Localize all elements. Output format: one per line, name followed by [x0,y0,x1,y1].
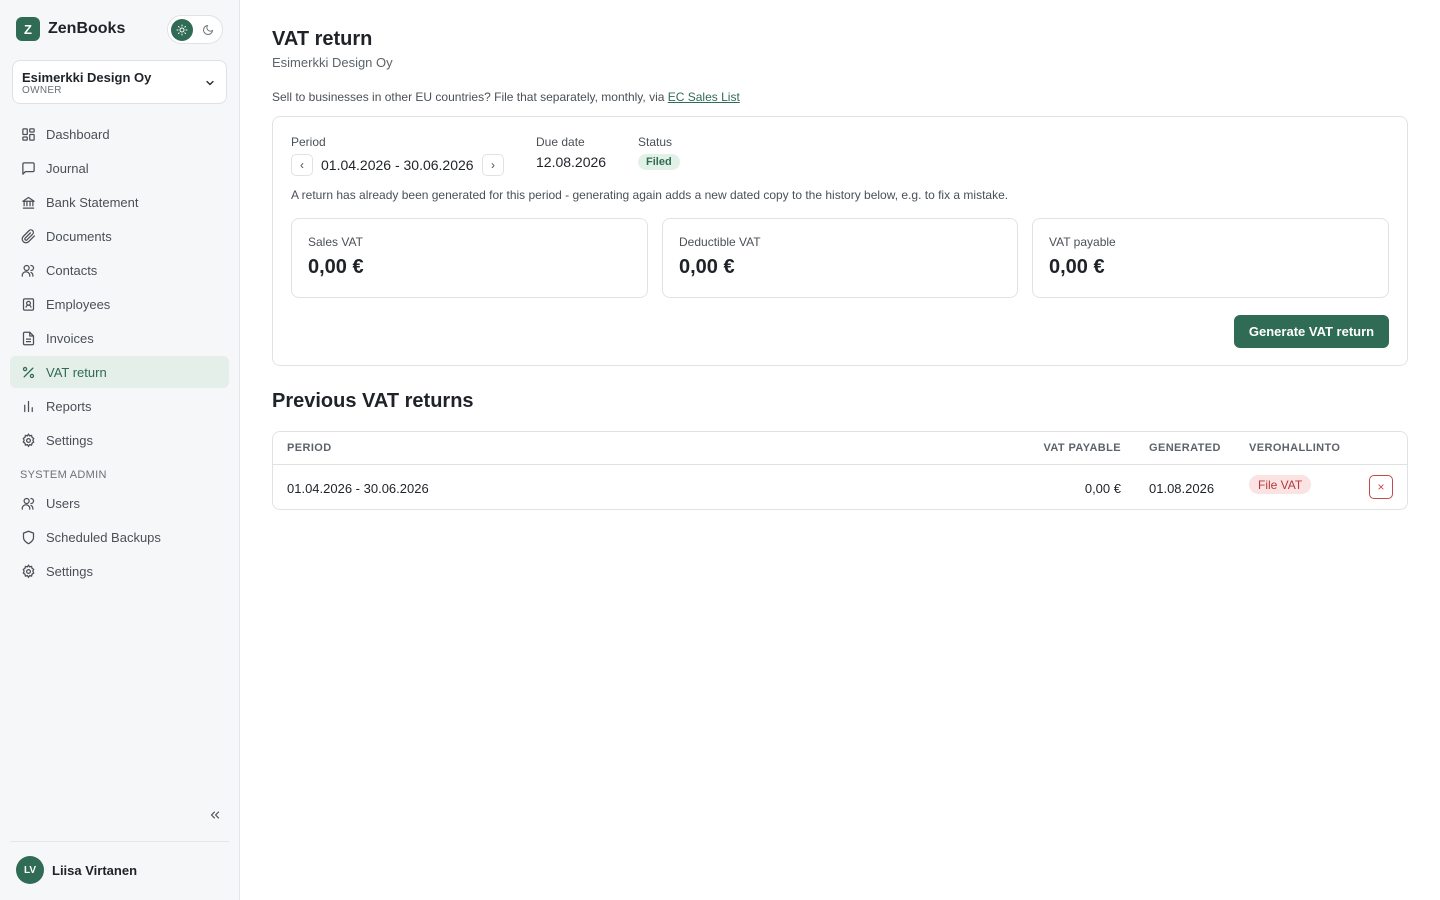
system-admin-heading: SYSTEM ADMIN [20,469,107,481]
theme-toggle[interactable] [167,15,223,44]
user-menu[interactable]: LV Liisa Virtanen [16,856,137,884]
users-icon [20,495,36,511]
sidebar-item-employees[interactable]: Employees [10,288,229,320]
notice-text: Sell to businesses in other EU countries… [272,90,668,104]
percent-icon [20,364,36,380]
due-date-value: 12.08.2026 [536,154,607,170]
employee-badge-icon [20,296,36,312]
column-header-verohallinto: VEROHALLINTO [1249,442,1341,454]
next-period-button[interactable]: › [482,154,504,176]
column-header-period: PERIOD [287,442,332,454]
delete-return-button[interactable]: × [1369,475,1393,499]
sidebar-item-label: VAT return [46,364,107,380]
organization-selector[interactable]: Esimerkki Design Oy OWNER [12,60,227,104]
sidebar-item-label: Settings [46,563,93,579]
sidebar-item-label: Reports [46,398,92,414]
ec-sales-notice: Sell to businesses in other EU countries… [272,90,740,104]
status-badge: Filed [638,154,680,170]
sidebar-item-documents[interactable]: Documents [10,220,229,252]
due-date-label: Due date [536,135,585,149]
sidebar-item-label: Dashboard [46,126,110,142]
sidebar-item-contacts[interactable]: Contacts [10,254,229,286]
dashboard-icon [20,126,36,142]
organization-name: Esimerkki Design Oy [22,70,152,85]
invoice-icon [20,330,36,346]
sidebar-item-journal[interactable]: Journal [10,152,229,184]
row-vat-payable: 0,00 € [1084,481,1121,496]
sidebar-item-scheduled-backups[interactable]: Scheduled Backups [10,521,229,553]
sidebar-item-reports[interactable]: Reports [10,390,229,422]
sidebar-item-vat-return[interactable]: VAT return [10,356,229,388]
previous-returns-table: PERIOD VAT PAYABLE GENERATED VEROHALLINT… [272,431,1408,510]
table-header: PERIOD VAT PAYABLE GENERATED VEROHALLINT… [273,432,1407,465]
column-header-generated: GENERATED [1149,442,1221,454]
page-title: VAT return [272,28,373,50]
sidebar-divider [10,841,229,842]
journal-icon [20,160,36,176]
admin-nav: Users Scheduled Backups Settings [10,487,229,589]
shield-icon [20,529,36,545]
brand[interactable]: Z ZenBooks [16,17,125,41]
deductible-vat-card: Deductible VAT 0,00 € [662,218,1018,298]
sidebar-item-users[interactable]: Users [10,487,229,519]
file-vat-button[interactable]: File VAT [1249,475,1312,494]
avatar: LV [16,856,44,884]
bank-icon [20,194,36,210]
stat-label: Deductible VAT [679,235,761,249]
brand-name: ZenBooks [48,20,126,37]
vat-payable-card: VAT payable 0,00 € [1032,218,1389,298]
page-subtitle: Esimerkki Design Oy [272,55,393,70]
chevron-down-icon [204,76,216,94]
sidebar-item-label: Journal [46,160,89,176]
regenerate-hint: A return has already been generated for … [291,188,1009,202]
contacts-icon [20,262,36,278]
bar-chart-icon [20,398,36,414]
status-label: Status [638,135,673,149]
sidebar-item-label: Users [46,495,80,511]
row-generated: 01.08.2026 [1149,481,1215,496]
sidebar-item-dashboard[interactable]: Dashboard [10,118,229,150]
period-value: 01.04.2026 - 30.06.2026 [321,157,474,173]
previous-returns-title: Previous VAT returns [272,390,474,412]
sidebar-item-label: Bank Statement [46,194,139,210]
stat-value: 0,00 € [308,256,364,278]
stat-label: Sales VAT [308,235,363,249]
user-name: Liisa Virtanen [52,862,138,878]
previous-period-button[interactable]: ‹ [291,154,313,176]
sidebar-item-label: Settings [46,432,93,448]
paperclip-icon [20,228,36,244]
stat-value: 0,00 € [679,256,735,278]
column-header-vat-payable: VAT PAYABLE [1043,442,1121,454]
brand-logo: Z [16,17,40,41]
sidebar-item-label: Documents [46,228,112,244]
collapse-sidebar-icon[interactable] [206,806,224,824]
organization-role: OWNER [22,85,62,96]
ec-sales-list-link[interactable]: EC Sales List [668,90,740,104]
gear-icon [20,563,36,579]
sidebar-item-admin-settings[interactable]: Settings [10,555,229,587]
sidebar-item-bank-statement[interactable]: Bank Statement [10,186,229,218]
sidebar-item-invoices[interactable]: Invoices [10,322,229,354]
current-period-card: Period ‹ 01.04.2026 - 30.06.2026 › Due d… [272,116,1408,366]
sidebar-item-label: Employees [46,296,111,312]
gear-icon [20,432,36,448]
sidebar-item-label: Invoices [46,330,94,346]
moon-icon[interactable] [197,19,219,41]
sidebar-item-settings[interactable]: Settings [10,424,229,456]
main-nav: Dashboard Journal Bank Statement Documen… [10,118,229,458]
stat-label: VAT payable [1049,235,1116,249]
sidebar-item-label: Contacts [46,262,98,278]
period-label: Period [291,135,326,149]
sidebar: Z ZenBooks Esimerkki Design Oy OWNER Das… [0,0,240,900]
generate-vat-return-button[interactable]: Generate VAT return [1234,315,1389,348]
row-period: 01.04.2026 - 30.06.2026 [287,481,429,496]
stat-value: 0,00 € [1049,256,1105,278]
sales-vat-card: Sales VAT 0,00 € [291,218,648,298]
sidebar-item-label: Scheduled Backups [46,529,161,545]
sun-icon[interactable] [171,19,193,41]
